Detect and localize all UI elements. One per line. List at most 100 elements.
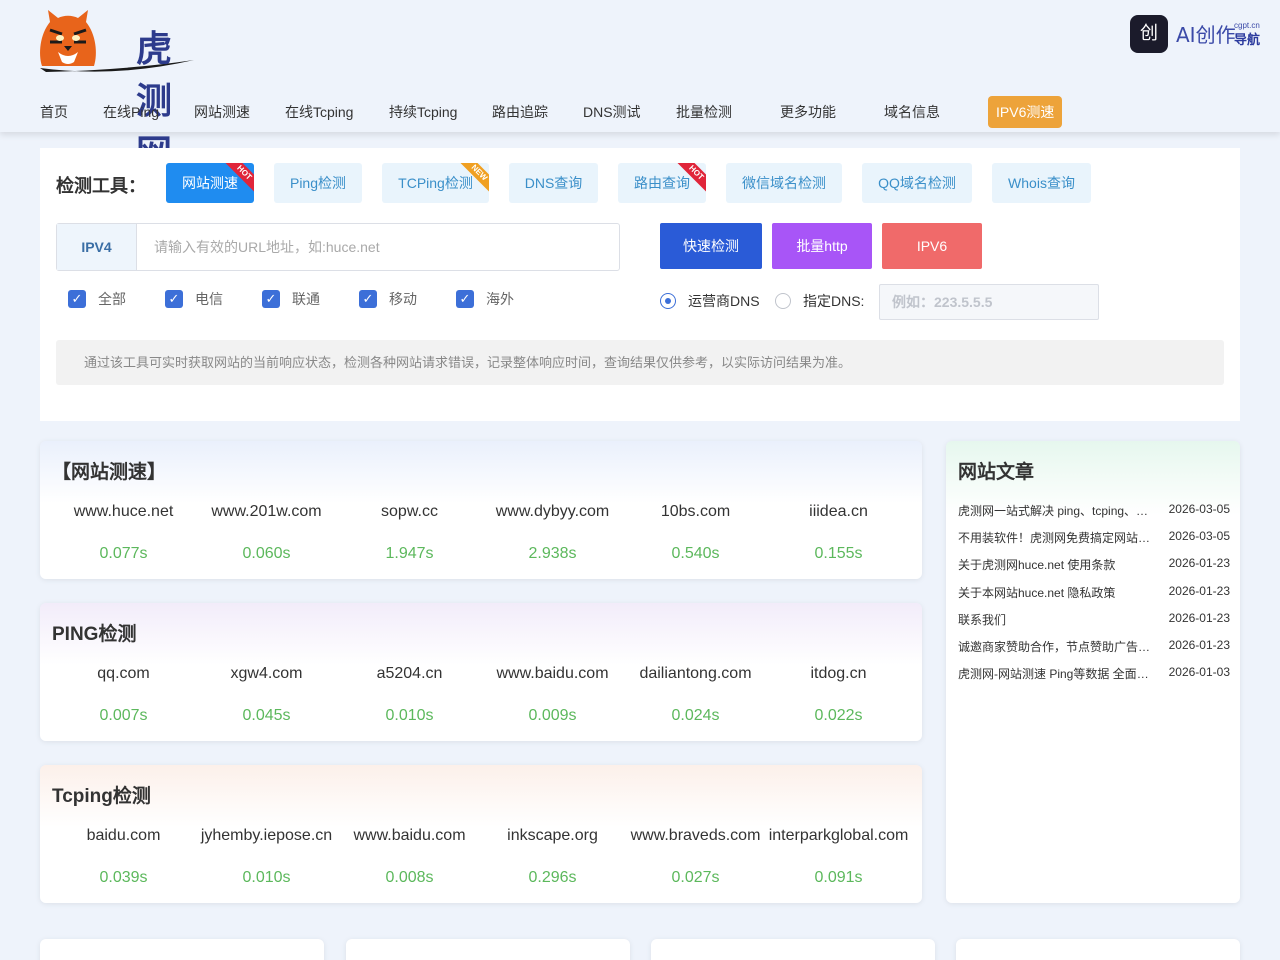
article-item[interactable]: 联系我们 2026-01-23 xyxy=(958,611,1230,627)
article-date: 2026-01-23 xyxy=(1168,638,1230,652)
checkbox-mobile[interactable]: ✓ 移动 xyxy=(359,289,429,309)
checkbox-overseas[interactable]: ✓ 海外 xyxy=(456,289,526,309)
result-site[interactable]: www.201w.com xyxy=(195,503,338,521)
result-time: 0.010s xyxy=(242,869,291,886)
nav-item-home[interactable]: 首页 xyxy=(40,96,68,128)
radio-dot xyxy=(775,293,791,309)
nav-item-domain-info[interactable]: 域名信息 xyxy=(884,96,940,128)
nav-item-continuous-tcping[interactable]: 持续Tcping xyxy=(389,96,457,128)
tab-wechat-domain[interactable]: 微信域名检测 xyxy=(726,163,842,203)
article-title: 不用装软件！虎测网免费搞定网站测速 xyxy=(958,531,1154,545)
checkbox-unicom[interactable]: ✓ 联通 xyxy=(262,289,332,309)
nav-item-ping[interactable]: 在线Ping xyxy=(103,96,159,128)
article-item[interactable]: 不用装软件！虎测网免费搞定网站测速 2026-03-05 xyxy=(958,529,1230,545)
article-item[interactable]: 虎测网-网站测速 Ping等数据 全面升级 2026-01-03 xyxy=(958,665,1230,681)
result-site[interactable]: jyhemby.iepose.cn xyxy=(195,827,338,845)
bottom-card xyxy=(346,939,630,960)
tab-qq-domain[interactable]: QQ域名检测 xyxy=(862,163,972,203)
result-time: 0.540s xyxy=(671,545,720,562)
check-icon: ✓ xyxy=(165,290,183,308)
batch-http-button[interactable]: 批量http xyxy=(772,223,872,269)
checkbox-label: 全部 xyxy=(98,291,126,307)
article-title: 诚邀商家赞助合作，节点赞助广告合作 xyxy=(958,640,1154,654)
tab-traceroute[interactable]: 路由查询 HOT xyxy=(618,163,706,203)
result-time: 0.039s xyxy=(99,869,148,886)
result-site[interactable]: a5204.cn xyxy=(338,665,481,683)
result-site[interactable]: www.huce.net xyxy=(52,503,195,521)
article-title: 关于本网站huce.net 隐私政策 xyxy=(958,586,1116,600)
dns-server-input[interactable] xyxy=(879,284,1099,320)
ai-creation-nav-link[interactable]: 创 AI创作 cgpt.cn 导航 xyxy=(1130,15,1260,53)
card-title: PING检测 xyxy=(52,624,137,645)
radio-custom-dns[interactable]: 指定DNS: xyxy=(775,291,870,311)
result-site[interactable]: www.braveds.com xyxy=(624,827,767,845)
radio-isp-dns[interactable]: 运营商DNS xyxy=(660,291,770,311)
article-date: 2026-01-23 xyxy=(1168,611,1230,625)
radio-dot xyxy=(660,293,676,309)
tab-dns[interactable]: DNS查询 xyxy=(509,163,598,203)
result-time: 0.060s xyxy=(242,545,291,562)
card-title: 【网站测速】 xyxy=(52,462,167,483)
nav-item-batch-check[interactable]: 批量检测 xyxy=(676,96,732,128)
nav-item-traceroute[interactable]: 路由追踪 xyxy=(492,96,548,128)
result-site[interactable]: dailiantong.com xyxy=(624,665,767,683)
tab-label: 网站测速 xyxy=(182,175,238,191)
tab-whois[interactable]: Whois查询 xyxy=(992,163,1091,203)
result-site[interactable]: 10bs.com xyxy=(624,503,767,521)
result-site[interactable]: inkscape.org xyxy=(481,827,624,845)
url-input[interactable] xyxy=(138,224,618,270)
checkbox-label: 电信 xyxy=(195,291,223,307)
result-time: 0.045s xyxy=(242,707,291,724)
checkbox-label: 移动 xyxy=(389,291,417,307)
tab-tcping[interactable]: TCPing检测 NEW xyxy=(382,163,489,203)
site-header: 虎测网 创 AI创作 cgpt.cn 导航 首页 在线Ping 网站测速 在线T… xyxy=(0,0,1280,174)
result-site[interactable]: www.baidu.com xyxy=(481,665,624,683)
article-date: 2026-03-05 xyxy=(1168,502,1230,516)
tab-ping[interactable]: Ping检测 xyxy=(274,163,362,203)
article-date: 2026-01-23 xyxy=(1168,584,1230,598)
result-site[interactable]: qq.com xyxy=(52,665,195,683)
nav-item-dns-test[interactable]: DNS测试 xyxy=(583,96,641,128)
result-site[interactable]: xgw4.com xyxy=(195,665,338,683)
article-item[interactable]: 关于本网站huce.net 隐私政策 2026-01-23 xyxy=(958,584,1230,600)
site-logo[interactable]: 虎测网 xyxy=(36,6,196,174)
checkbox-all[interactable]: ✓ 全部 xyxy=(68,289,138,309)
article-item[interactable]: 关于虎测网huce.net 使用条款 2026-01-23 xyxy=(958,556,1230,572)
result-site[interactable]: www.baidu.com xyxy=(338,827,481,845)
result-time: 2.938s xyxy=(528,545,577,562)
ai-creation-icon: 创 xyxy=(1130,15,1168,53)
check-icon: ✓ xyxy=(262,290,280,308)
quick-check-button[interactable]: 快速检测 xyxy=(660,223,762,269)
result-site[interactable]: interparkglobal.com xyxy=(767,827,910,845)
ping-card: PING检测 qq.com xgw4.com a5204.cn www.baid… xyxy=(40,603,922,741)
article-item[interactable]: 虎测网一站式解决 ping、tcping、http 检测问题 2026-03-0… xyxy=(958,502,1230,518)
radio-label: 运营商DNS xyxy=(688,293,760,309)
checkbox-telecom[interactable]: ✓ 电信 xyxy=(165,289,235,309)
article-title: 虎测网一站式解决 ping、tcping、http 检测问题 xyxy=(958,504,1154,518)
article-title: 关于虎测网huce.net 使用条款 xyxy=(958,558,1116,572)
result-site[interactable]: baidu.com xyxy=(52,827,195,845)
result-site[interactable]: www.dybyy.com xyxy=(481,503,624,521)
tool-description: 通过该工具可实时获取网站的当前响应状态，检测各种网站请求错误，记录整体响应时间，… xyxy=(56,340,1224,385)
tab-label: 路由查询 xyxy=(634,175,690,191)
nav-item-ipv6[interactable]: IPV6测速 xyxy=(988,96,1063,128)
nav-item-speed-test[interactable]: 网站测速 xyxy=(194,96,250,128)
tab-speed-test[interactable]: 网站测速 HOT xyxy=(166,163,254,203)
nav-item-more[interactable]: 更多功能 xyxy=(780,96,836,128)
article-date: 2026-01-23 xyxy=(1168,556,1230,570)
speed-test-card: 【网站测速】 www.huce.net www.201w.com sopw.cc… xyxy=(40,441,922,579)
result-site[interactable]: iiidea.cn xyxy=(767,503,910,521)
result-time: 1.947s xyxy=(385,545,434,562)
articles-panel: 网站文章 虎测网一站式解决 ping、tcping、http 检测问题 2026… xyxy=(946,441,1240,903)
ai-creation-label: AI创作 xyxy=(1176,23,1236,47)
result-site[interactable]: itdog.cn xyxy=(767,665,910,683)
ip-version-selector[interactable]: IPV4 xyxy=(57,224,137,270)
bottom-card xyxy=(40,939,324,960)
article-item[interactable]: 诚邀商家赞助合作，节点赞助广告合作 2026-01-23 xyxy=(958,638,1230,654)
nav-item-tcping[interactable]: 在线Tcping xyxy=(285,96,353,128)
result-site[interactable]: sopw.cc xyxy=(338,503,481,521)
checkbox-label: 联通 xyxy=(292,291,320,307)
ipv6-button[interactable]: IPV6 xyxy=(882,223,982,269)
result-time: 0.022s xyxy=(814,707,863,724)
tab-label: Ping检测 xyxy=(289,175,347,191)
